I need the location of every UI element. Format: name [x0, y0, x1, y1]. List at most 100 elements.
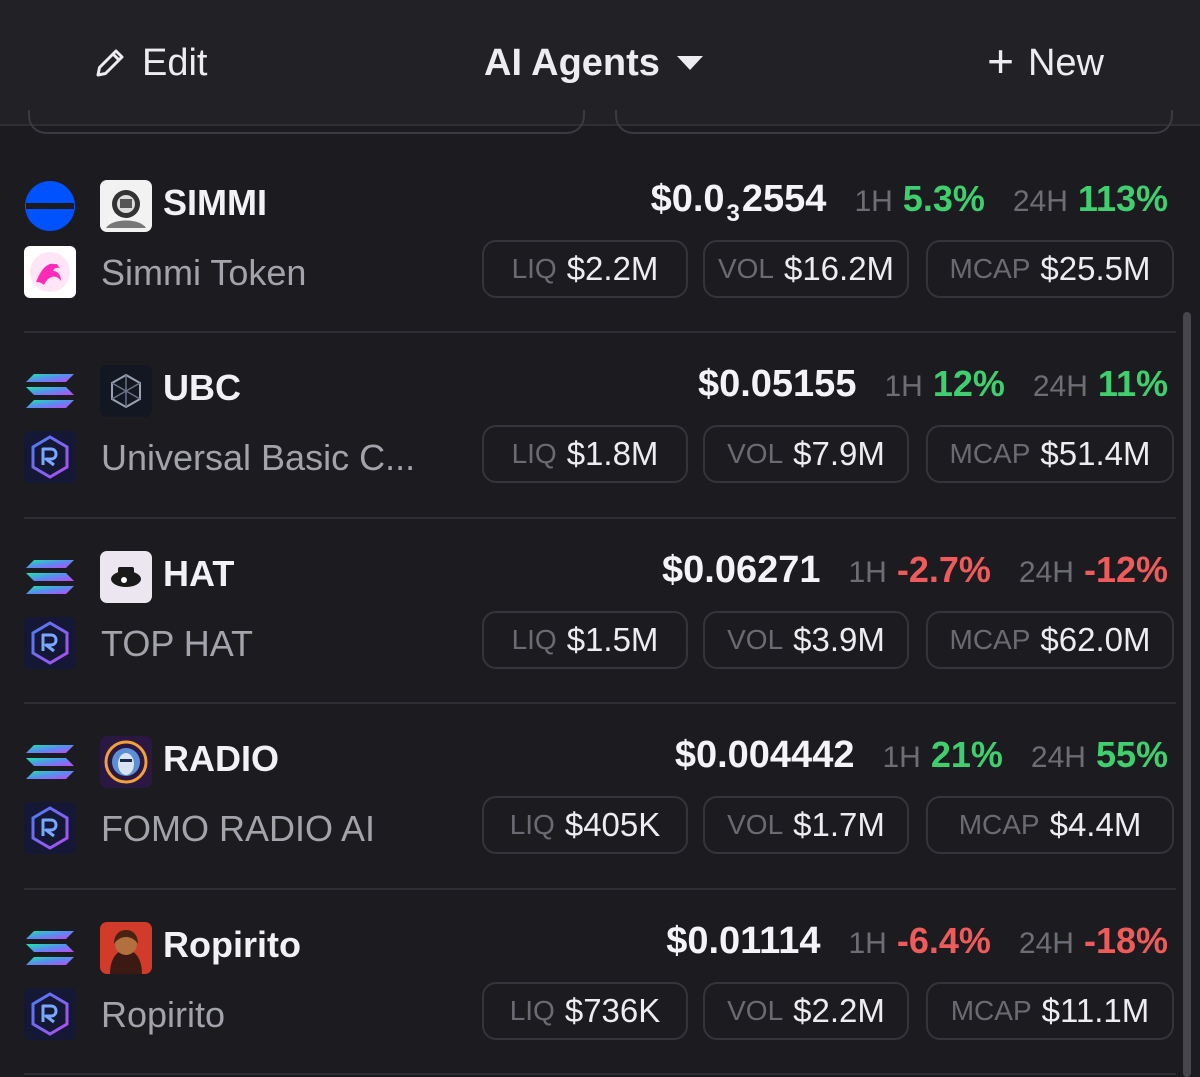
change-24h-label: 24H [1032, 370, 1088, 404]
solana-icon [24, 922, 76, 974]
change-24h-label: 24H [1018, 926, 1074, 960]
token-symbol: HAT [163, 552, 235, 594]
mcap-stat: MCAP $4.4M [926, 796, 1174, 855]
token-name: TOP HAT [101, 622, 254, 664]
token-logo-icon [100, 180, 152, 232]
solana-icon [24, 365, 76, 417]
price-line: $0.01114 1H -6.4% 24H -18% [666, 920, 1168, 970]
mcap-value: $11.1M [1041, 991, 1150, 1029]
vol-value: $3.9M [793, 620, 885, 658]
vol-label: VOL [727, 623, 784, 655]
change-1h-label: 1H [882, 741, 921, 775]
filter-field-right[interactable] [615, 110, 1173, 134]
change-24h-value: 55% [1095, 734, 1168, 776]
token-row[interactable]: Ropirito Ropirito $0.01114 1H -6.4% 24H -18% LI… [0, 890, 1200, 1075]
liq-label: LIQ [511, 623, 557, 655]
liq-value: $405K [564, 806, 661, 844]
token-symbol: SIMMI [163, 182, 267, 223]
token-logo-icon [100, 736, 152, 789]
token-list: SIMMI Simmi Token $0.032554 1H 5.3% 24H 113% LI… [0, 148, 1200, 1075]
filter-field-left[interactable] [28, 110, 585, 134]
row-divider [24, 1072, 1176, 1075]
volume-stat: VOL $1.7M [703, 796, 909, 855]
token-symbol: UBC [163, 367, 241, 409]
price-line: $0.004442 1H 21% 24H 55% [675, 734, 1168, 784]
mcap-value: $51.4M [1040, 435, 1151, 473]
scrollbar[interactable] [1183, 312, 1191, 1077]
mcap-stat: MCAP $11.1M [926, 981, 1174, 1040]
mcap-value: $25.5M [1040, 250, 1151, 287]
price-line: $0.06271 1H -2.7% 24H -12% [662, 549, 1168, 599]
list-title: AI Agents [484, 41, 660, 84]
price-main: $0.05155 [697, 363, 857, 406]
liq-value: $2.2M [566, 250, 659, 287]
token-logo-icon [100, 365, 152, 418]
price-main: $0.0 [650, 178, 725, 220]
plus-icon: + [987, 35, 1014, 87]
mcap-stat: MCAP $62.0M [926, 610, 1174, 669]
mcap-label: MCAP [949, 438, 1031, 470]
pencil-icon [96, 49, 124, 77]
vol-value: $1.7M [793, 806, 885, 844]
mcap-stat: MCAP $51.4M [926, 425, 1174, 484]
price-main: $0.01114 [666, 919, 821, 962]
token-symbol: Ropirito [163, 923, 301, 965]
liquidity-stat: LIQ $1.5M [482, 610, 688, 669]
token-price: $0.01114 [666, 920, 820, 963]
liquidity-stat: LIQ $1.8M [482, 425, 688, 484]
base-chain-icon [24, 180, 76, 232]
token-price: $0.05155 [698, 363, 857, 406]
liq-label: LIQ [511, 253, 557, 284]
price-tail: 2554 [741, 178, 827, 220]
list-selector-dropdown[interactable]: AI Agents [484, 38, 704, 88]
liquidity-stat: LIQ $2.2M [482, 240, 688, 298]
change-24h-value: 11% [1097, 363, 1168, 405]
vol-value: $7.9M [793, 435, 885, 473]
token-logo-icon [100, 921, 152, 974]
change-24h-label: 24H [1012, 185, 1068, 218]
new-list-button[interactable]: + New [987, 38, 1104, 88]
change-1h-value: 21% [930, 734, 1003, 776]
change-1h-label: 1H [854, 185, 893, 218]
token-symbol: RADIO [163, 738, 279, 780]
caret-down-icon [676, 56, 703, 70]
vol-label: VOL [727, 438, 784, 470]
change-1h-value: -2.7% [896, 548, 991, 590]
token-name: FOMO RADIO AI [101, 808, 376, 850]
token-row[interactable]: RADIO FOMO RADIO AI $0.004442 1H 21% 24H 55% LI… [0, 704, 1200, 890]
change-24h-value: -18% [1083, 919, 1168, 961]
liquidity-stat: LIQ $736K [482, 981, 688, 1040]
liq-value: $1.5M [566, 620, 659, 658]
vol-value: $2.2M [793, 991, 885, 1029]
mcap-value: $4.4M [1049, 806, 1142, 844]
token-name: Ropirito [101, 993, 226, 1035]
uniswap-icon [24, 246, 76, 298]
token-row[interactable]: HAT TOP HAT $0.06271 1H -2.7% 24H -12% LIQ $1.5M… [0, 519, 1200, 705]
mcap-value: $62.0M [1040, 620, 1151, 658]
new-label: New [1027, 41, 1104, 84]
solana-icon [24, 736, 76, 788]
vol-label: VOL [727, 994, 784, 1026]
change-24h-value: 113% [1077, 178, 1168, 219]
token-row[interactable]: SIMMI Simmi Token $0.032554 1H 5.3% 24H 113% LI… [0, 148, 1200, 334]
token-row[interactable]: UBC Universal Basic C... $0.05155 1H 12% 24H 1… [0, 333, 1200, 519]
price-line: $0.05155 1H 12% 24H 11% [698, 363, 1168, 413]
liq-label: LIQ [511, 438, 557, 470]
change-1h-label: 1H [848, 555, 887, 589]
vol-value: $16.2M [783, 250, 895, 287]
liq-label: LIQ [509, 809, 555, 841]
change-1h-value: 5.3% [902, 178, 985, 219]
mcap-label: MCAP [958, 809, 1040, 841]
change-1h-label: 1H [848, 926, 887, 960]
volume-stat: VOL $2.2M [703, 981, 909, 1040]
price-zero-count: 3 [726, 200, 740, 227]
edit-label: Edit [142, 41, 208, 84]
liquidity-stat: LIQ $405K [482, 796, 688, 855]
change-1h-value: 12% [932, 363, 1005, 405]
mcap-label: MCAP [949, 253, 1031, 284]
edit-button[interactable]: Edit [92, 38, 207, 88]
token-logo-icon [100, 550, 152, 603]
vol-label: VOL [717, 253, 774, 284]
change-1h-value: -6.4% [896, 919, 991, 961]
liq-value: $736K [564, 991, 661, 1029]
